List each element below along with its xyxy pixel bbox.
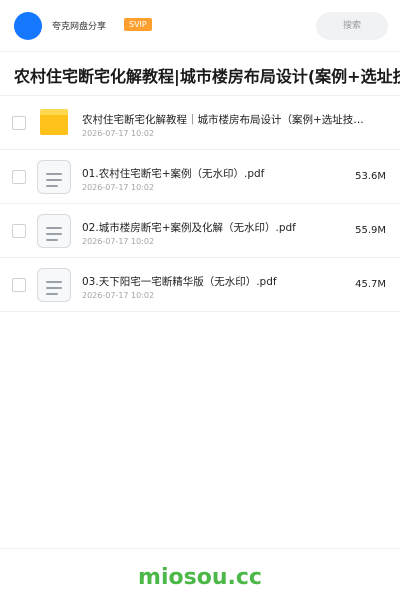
footer-brand[interactable]: miosou.cc [0, 562, 400, 594]
file-size: 45.7M [355, 279, 386, 290]
list-item[interactable]: 农村住宅断宅化解教程｜城市楼房布局设计（案例+选址技巧+ 2026-07-17 … [0, 96, 400, 150]
document-icon [37, 160, 71, 194]
file-size: 53.6M [355, 171, 386, 182]
svip-badge: SVIP [124, 18, 152, 31]
checkbox[interactable] [12, 116, 26, 130]
file-name: 02.城市楼房断宅+案例及化解（无水印）.pdf [82, 222, 296, 234]
file-date: 2026-07-17 10:02 [82, 183, 155, 192]
list-item[interactable]: 03.天下阳宅一宅断精华版（无水印）.pdf 2026-07-17 10:02 … [0, 258, 400, 312]
file-date: 2026-07-17 10:02 [82, 237, 155, 246]
divider [0, 548, 400, 549]
file-list: 农村住宅断宅化解教程｜城市楼房布局设计（案例+选址技巧+ 2026-07-17 … [0, 96, 400, 312]
file-size: 55.9M [355, 225, 386, 236]
folder-icon [40, 109, 68, 135]
page-title: 农村住宅断宅化解教程|城市楼房布局设计(案例+选址技巧+ [14, 67, 400, 86]
checkbox[interactable] [12, 170, 26, 184]
list-item[interactable]: 01.农村住宅断宅+案例（无水印）.pdf 2026-07-17 10:02 5… [0, 150, 400, 204]
checkbox[interactable] [12, 224, 26, 238]
checkbox[interactable] [12, 278, 26, 292]
file-date: 2026-07-17 10:02 [82, 129, 155, 138]
avatar[interactable] [14, 12, 42, 40]
file-name: 03.天下阳宅一宅断精华版（无水印）.pdf [82, 276, 277, 288]
app-name: 夸克网盘分享 [52, 22, 107, 32]
search-input[interactable]: 搜索 [316, 12, 388, 40]
file-name: 农村住宅断宅化解教程｜城市楼房布局设计（案例+选址技巧+ [82, 114, 364, 126]
document-icon [37, 268, 71, 302]
share-page: 夸克网盘分享 SVIP 搜索 农村住宅断宅化解教程|城市楼房布局设计(案例+选址… [0, 0, 400, 600]
header-bar: 夸克网盘分享 SVIP 搜索 [0, 0, 400, 52]
file-date: 2026-07-17 10:02 [82, 291, 155, 300]
list-item[interactable]: 02.城市楼房断宅+案例及化解（无水印）.pdf 2026-07-17 10:0… [0, 204, 400, 258]
file-name: 01.农村住宅断宅+案例（无水印）.pdf [82, 168, 265, 180]
document-icon [37, 214, 71, 248]
